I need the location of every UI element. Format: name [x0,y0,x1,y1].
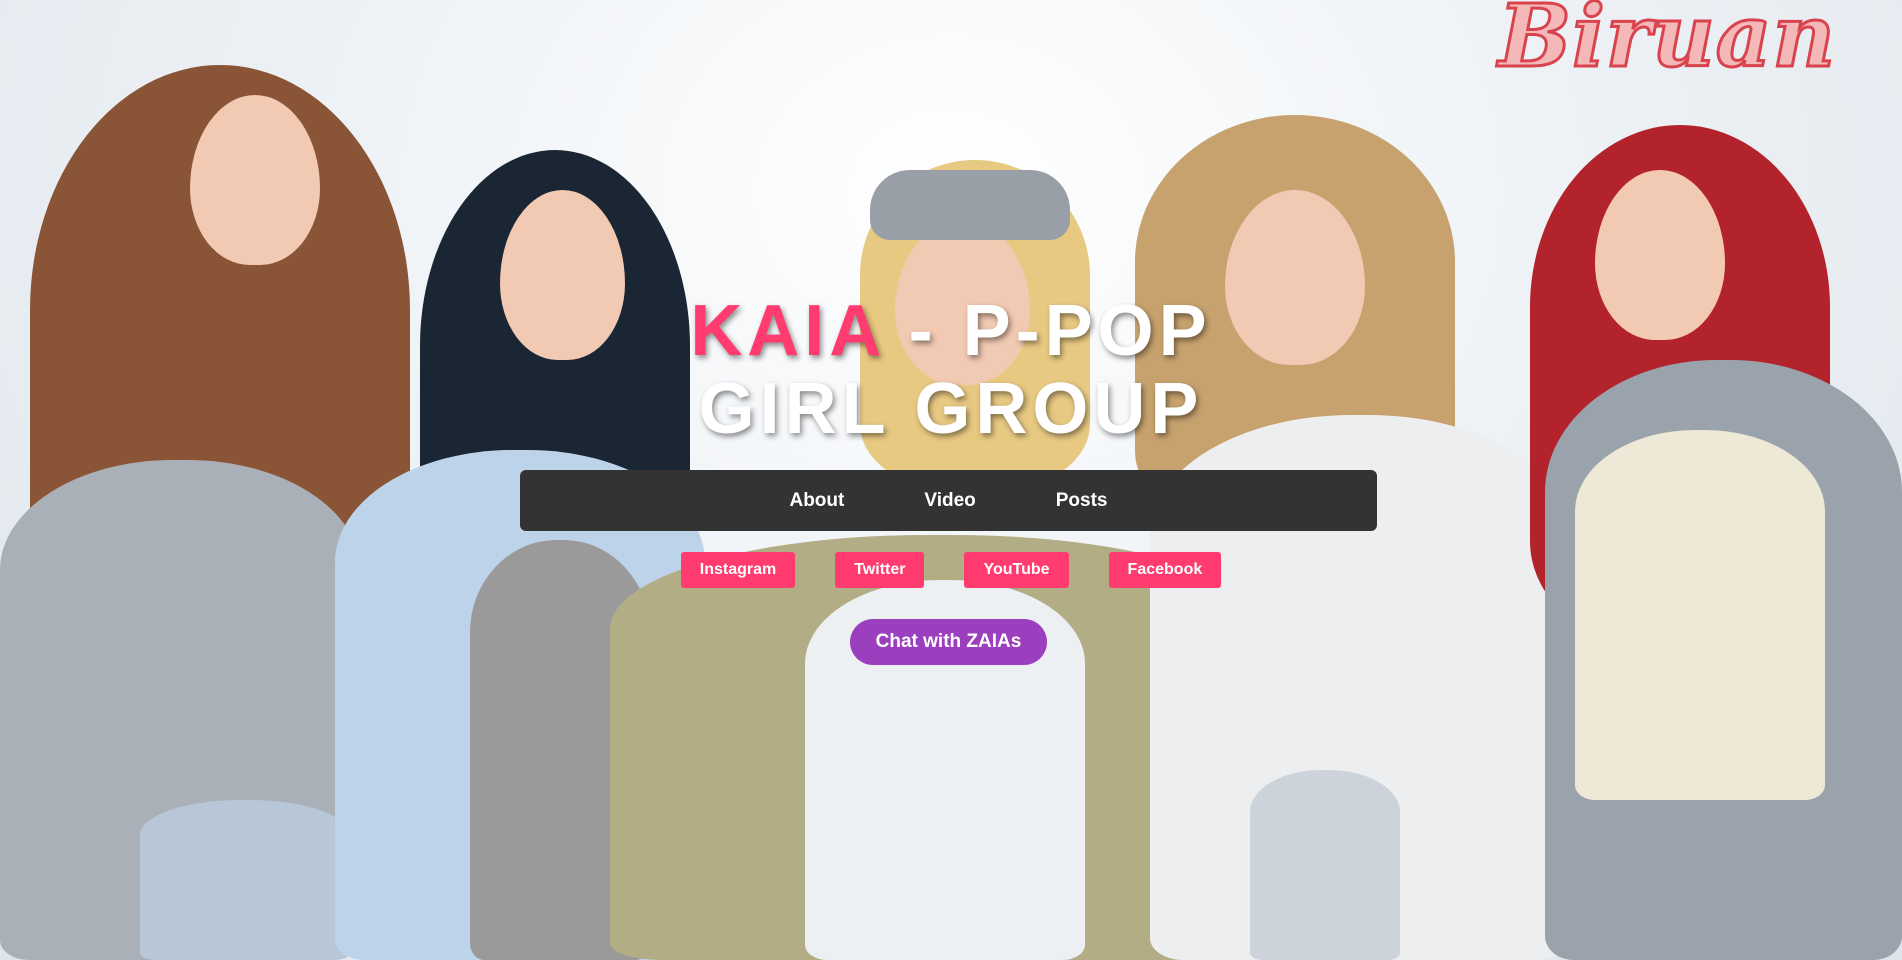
facebook-link[interactable]: Facebook [1108,552,1222,588]
main-nav: About Video Posts [520,470,1377,531]
twitter-link[interactable]: Twitter [835,552,925,588]
instagram-link[interactable]: Instagram [680,552,796,588]
chat-button[interactable]: Chat with ZAIAs [850,619,1047,665]
social-links: Instagram Twitter YouTube Facebook [0,552,1902,588]
page-title: KAIA - P-POP GIRL GROUP [0,292,1902,448]
hero-section: Biruan KAIA - P-POP GIRL GROUP About Vid… [0,0,1902,960]
nav-video[interactable]: Video [924,490,975,512]
nav-posts[interactable]: Posts [1056,490,1108,512]
nav-about[interactable]: About [789,490,844,512]
brand-logo: Biruan [1497,0,1836,89]
youtube-link[interactable]: YouTube [964,552,1069,588]
title-accent: KAIA [690,291,884,371]
